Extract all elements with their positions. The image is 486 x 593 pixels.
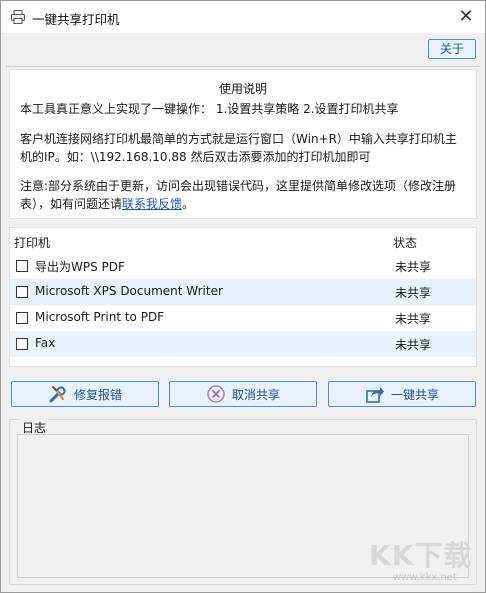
- printer-icon: [11, 10, 25, 24]
- cancel-circle-icon: [207, 385, 225, 403]
- printer-checkbox[interactable]: [16, 286, 28, 298]
- printer-row[interactable]: Microsoft XPS Document Writer 未共享: [10, 279, 476, 305]
- one-click-share-button[interactable]: 一键共享: [328, 381, 476, 407]
- feedback-link[interactable]: 联系我反馈: [122, 197, 182, 211]
- window-title: 一键共享打印机: [32, 12, 120, 27]
- instructions-panel: 使用说明 本工具真正意义上实现了一键操作： 1.设置共享策略 2.设置打印机共享…: [9, 69, 477, 219]
- instructions-paragraph-1: 本工具真正意义上实现了一键操作： 1.设置共享策略 2.设置打印机共享: [20, 102, 399, 116]
- column-header-status: 状态: [393, 236, 418, 250]
- instructions-paragraph-2-line-2: 机的IP。如：\\192.168.10.88 然后双击添要添加的打印机加即可: [20, 150, 371, 164]
- main-window: 一键共享打印机 ✕ 关于 使用说明 本工具真正意义上实现了一键操作： 1.设置共…: [0, 0, 486, 593]
- instructions-paragraph-2-line-1: 客户机连接网络打印机最简单的方式就是运行窗口（Win+R）中输入共享打印机主: [20, 132, 457, 146]
- one-click-share-button-label: 一键共享: [390, 387, 439, 402]
- printer-checkbox[interactable]: [16, 260, 28, 272]
- cancel-share-button-label: 取消共享: [231, 387, 280, 402]
- share-arrow-icon: [366, 387, 384, 403]
- printer-row[interactable]: Microsoft Print to PDF 未共享: [10, 305, 476, 331]
- instructions-paragraph-3-suffix: 。: [182, 197, 195, 211]
- instructions-title: 使用说明: [218, 82, 267, 96]
- printer-status: 未共享: [395, 338, 432, 352]
- close-button[interactable]: ✕: [453, 5, 479, 29]
- instructions-paragraph-2: 客户机连接网络打印机最简单的方式就是运行窗口（Win+R）中输入共享打印机主 机…: [20, 130, 468, 166]
- watermark-logo: KK下载: [369, 539, 473, 572]
- wrench-screwdriver-icon: [49, 386, 66, 403]
- instructions-paragraph-3-prefix: 表），如有问题还请: [20, 197, 123, 211]
- printer-name: Microsoft XPS Document Writer: [35, 284, 223, 298]
- printer-status: 未共享: [395, 260, 432, 274]
- instructions-paragraph-3-line-1: 注意:部分系统由于更新，访问会出现错误代码，这里提供简单修改选项（修改注册: [20, 179, 457, 193]
- column-header-printer: 打印机: [14, 236, 51, 250]
- repair-button[interactable]: 修复报错: [11, 381, 159, 407]
- printer-checkbox[interactable]: [16, 312, 28, 324]
- about-button[interactable]: 关于: [428, 39, 476, 59]
- printer-list: 打印机 状态 导出为WPS PDF 未共享 Microsoft XPS Docu…: [9, 227, 477, 367]
- printer-row[interactable]: Fax 未共享: [10, 331, 476, 357]
- title-bar[interactable]: 一键共享打印机 ✕: [1, 1, 485, 33]
- toolbar: 关于: [1, 33, 485, 65]
- divider: [6, 66, 480, 67]
- watermark: KK下载 www.kkx.net: [369, 534, 481, 590]
- printer-row[interactable]: 导出为WPS PDF 未共享: [10, 253, 476, 279]
- printer-name: Microsoft Print to PDF: [35, 310, 165, 324]
- printer-status: 未共享: [395, 312, 432, 326]
- repair-button-label: 修复报错: [73, 387, 122, 402]
- printer-name: 导出为WPS PDF: [35, 260, 125, 274]
- instructions-paragraph-3: 注意:部分系统由于更新，访问会出现错误代码，这里提供简单修改选项（修改注册 表）…: [20, 177, 468, 213]
- printer-checkbox[interactable]: [16, 338, 28, 350]
- printer-status: 未共享: [395, 286, 432, 300]
- cancel-share-button[interactable]: 取消共享: [169, 381, 317, 407]
- printer-name: Fax: [35, 336, 56, 350]
- instructions-paragraph-3-line-2: 表），如有问题还请联系我反馈。: [20, 195, 468, 213]
- watermark-site: www.kkx.net: [393, 572, 457, 583]
- close-icon: ✕: [458, 6, 474, 27]
